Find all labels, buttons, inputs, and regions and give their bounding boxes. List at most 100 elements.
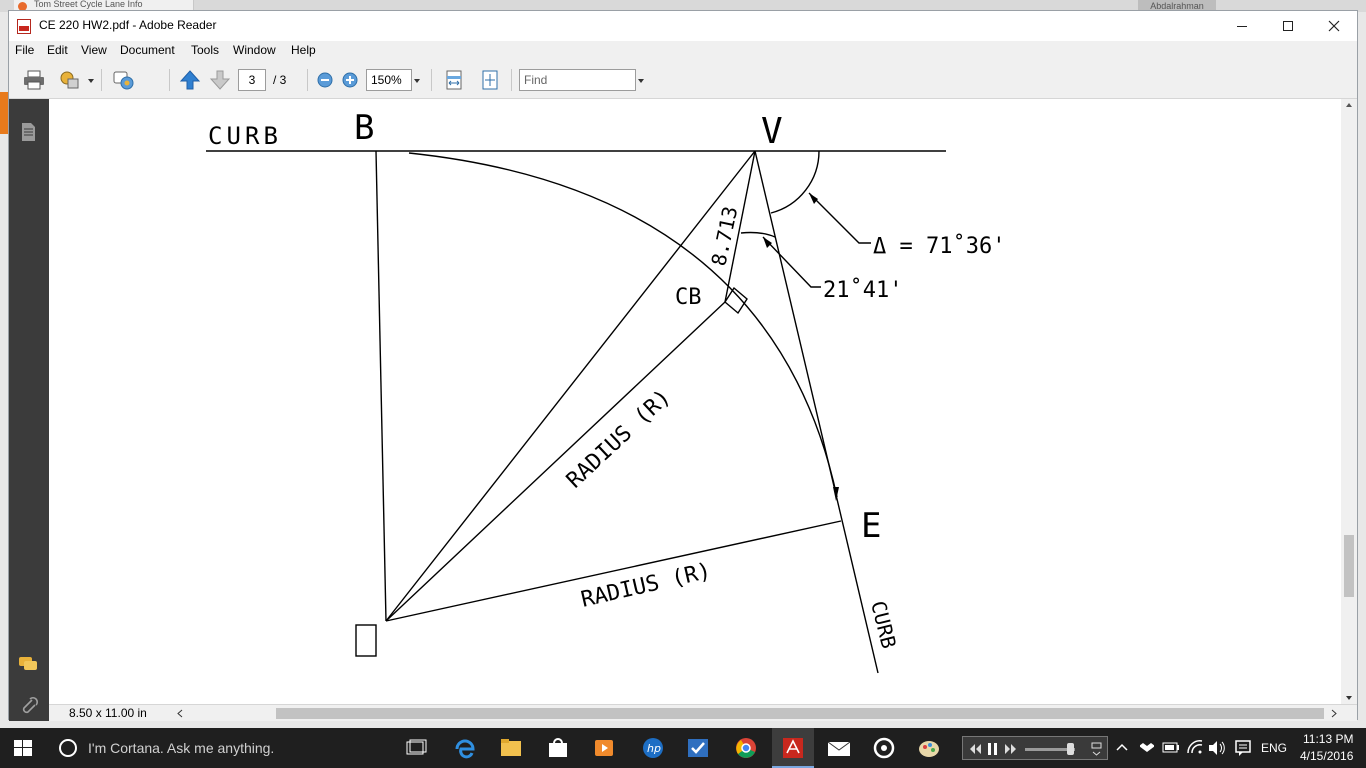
taskbar: I'm Cortana. Ask me anything. hp ENG 11:… — [0, 728, 1366, 768]
cortana-search-box[interactable]: I'm Cortana. Ask me anything. — [88, 740, 274, 756]
store-icon[interactable] — [547, 737, 569, 759]
zoom-dropdown-icon[interactable] — [414, 79, 420, 83]
previous-page-icon[interactable] — [179, 70, 201, 90]
media-menu-icon[interactable] — [1091, 741, 1103, 757]
chrome-browser-icon[interactable] — [735, 737, 757, 759]
scroll-left-icon[interactable] — [177, 709, 183, 718]
maximize-button[interactable] — [1265, 11, 1311, 41]
fit-width-icon[interactable] — [443, 70, 465, 90]
share-icon[interactable] — [59, 70, 81, 90]
wifi-icon[interactable] — [1186, 739, 1204, 755]
background-window-edge — [0, 92, 8, 134]
point-e-label: E — [861, 506, 881, 546]
close-button[interactable] — [1311, 11, 1357, 41]
volume-icon[interactable] — [1208, 740, 1226, 756]
toolbar-separator — [511, 69, 512, 91]
clock-date[interactable]: 4/15/2016 — [1300, 749, 1353, 763]
action-center-icon[interactable] — [1234, 739, 1252, 757]
point-v-label: V — [761, 111, 783, 152]
menu-file[interactable]: File — [15, 43, 34, 57]
minimize-button[interactable] — [1219, 11, 1265, 41]
background-tab-title: Tom Street Cycle Lane Info — [34, 0, 143, 9]
menu-window[interactable]: Window — [233, 43, 276, 57]
delta-arrowhead — [809, 193, 818, 204]
adobe-reader-icon — [783, 738, 803, 758]
delta-leader — [808, 192, 871, 244]
center-point-marker — [355, 624, 377, 657]
svg-text:hp: hp — [647, 742, 661, 755]
vertical-scrollbar[interactable] — [1341, 99, 1357, 704]
document-view[interactable]: CURB B V Δ = 71˚36' 21˚41' 8.713 CB RADI… — [49, 99, 1341, 704]
menu-tools[interactable]: Tools — [191, 43, 219, 57]
scroll-down-icon[interactable] — [1346, 696, 1352, 700]
title-bar[interactable]: CE 220 HW2.pdf - Adobe Reader — [9, 11, 1357, 41]
clock-time[interactable]: 11:13 PM — [1303, 732, 1353, 746]
dimension-label: 8.713 — [706, 204, 742, 268]
find-dropdown-icon[interactable] — [638, 79, 644, 83]
media-control-widget — [962, 736, 1108, 760]
mail-icon[interactable] — [827, 738, 851, 758]
pause-icon[interactable] — [987, 742, 999, 756]
find-input[interactable]: Find — [519, 69, 636, 91]
dropbox-icon[interactable] — [1140, 740, 1154, 756]
point-cb-label: CB — [675, 285, 702, 310]
page-number-input[interactable]: 3 — [238, 69, 266, 91]
small-angle-arc — [740, 231, 776, 238]
comments-panel-icon[interactable] — [17, 653, 39, 675]
menu-bar: File Edit View Document Tools Window Hel… — [9, 41, 1357, 61]
rewind-icon[interactable] — [969, 743, 981, 755]
zoom-in-icon[interactable] — [339, 70, 361, 90]
delta-angle-arc — [770, 150, 820, 214]
adobe-reader-window: CE 220 HW2.pdf - Adobe Reader File Edit … — [8, 10, 1358, 721]
curb-label-top: CURB — [208, 122, 278, 150]
small-angle-label: 21˚41' — [823, 278, 902, 303]
menu-edit[interactable]: Edit — [47, 43, 68, 57]
vertical-scroll-thumb[interactable] — [1344, 535, 1354, 597]
cortana-icon[interactable] — [58, 738, 78, 758]
scroll-right-icon[interactable] — [1331, 709, 1337, 718]
paint-icon[interactable] — [918, 737, 940, 759]
right-angle-marker — [724, 286, 748, 315]
fit-page-icon[interactable] — [479, 70, 501, 90]
tasks-app-icon[interactable] — [687, 737, 709, 759]
zoom-level-input[interactable]: 150% — [366, 69, 412, 91]
battery-icon[interactable] — [1162, 742, 1180, 754]
file-explorer-icon[interactable] — [500, 737, 522, 759]
volume-slider-handle[interactable] — [1067, 743, 1074, 755]
point-b-label: B — [354, 108, 374, 148]
next-page-icon[interactable] — [209, 70, 231, 90]
show-hidden-icons-icon[interactable] — [1116, 742, 1128, 752]
desktop: Tom Street Cycle Lane Info Abdalrahman C… — [0, 0, 1366, 768]
toolbar-separator — [101, 69, 102, 91]
comment-share-icon[interactable] — [113, 70, 135, 90]
zoom-out-icon[interactable] — [314, 70, 336, 90]
share-dropdown-icon[interactable] — [88, 79, 94, 83]
horizontal-scroll-thumb[interactable] — [276, 708, 1324, 719]
fast-forward-icon[interactable] — [1005, 743, 1017, 755]
delta-angle-label: Δ = 71˚36' — [873, 234, 1005, 259]
windows-start-icon[interactable] — [14, 740, 32, 756]
print-icon[interactable] — [23, 70, 45, 90]
toolbar-separator — [431, 69, 432, 91]
navigation-pane — [9, 99, 49, 721]
menu-help[interactable]: Help — [291, 43, 316, 57]
edge-browser-icon[interactable] — [454, 737, 476, 759]
attachments-panel-icon[interactable] — [17, 695, 39, 717]
hp-app-icon[interactable]: hp — [642, 737, 664, 759]
close-icon — [1328, 20, 1340, 32]
arc-end-arrowhead — [833, 487, 839, 501]
angle-arrowhead — [763, 237, 772, 248]
menu-document[interactable]: Document — [120, 43, 175, 57]
media-app-icon[interactable] — [593, 737, 615, 759]
window-title: CE 220 HW2.pdf - Adobe Reader — [39, 18, 217, 32]
groove-music-icon[interactable] — [873, 737, 895, 759]
radius-label-bottom: RADIUS (R) — [579, 559, 714, 613]
task-view-icon[interactable] — [406, 739, 428, 757]
language-indicator[interactable]: ENG — [1261, 741, 1287, 755]
minimize-icon — [1237, 25, 1247, 27]
adobe-reader-taskbar-button[interactable] — [772, 728, 814, 768]
page-size-label: 8.50 x 11.00 in — [69, 706, 147, 720]
menu-view[interactable]: View — [81, 43, 107, 57]
pages-panel-icon[interactable] — [17, 121, 39, 143]
scroll-up-icon[interactable] — [1346, 103, 1352, 107]
